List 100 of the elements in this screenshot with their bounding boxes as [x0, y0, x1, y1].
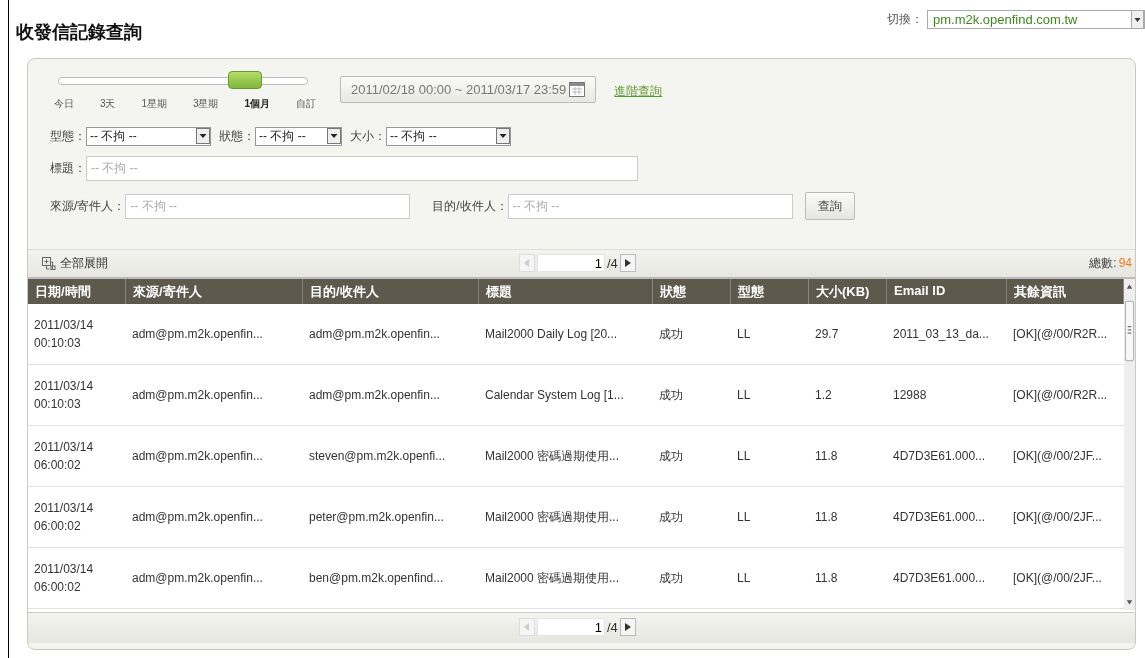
right-triangle-icon — [624, 259, 631, 267]
table-cell-text: 29.7 — [814, 326, 840, 343]
table-cell-text: 2011/03/14 00:10:03 — [33, 378, 95, 413]
table-cell-text: 2011/03/14 06:00:02 — [33, 561, 95, 596]
right-triangle-icon — [624, 623, 631, 631]
recipient-field[interactable]: -- 不拘 -- — [507, 193, 793, 219]
table-cell-text: Mail2000 密碼過期使用... — [484, 569, 621, 587]
table-cell-text: LL — [736, 509, 752, 526]
table-cell-text: 2011_03_13_da... — [892, 326, 990, 343]
table-cell-text: LL — [736, 387, 752, 404]
caret-icon — [496, 128, 510, 144]
table-cell-text: adm@pm.m2k.openfin... — [131, 570, 264, 587]
previous-page-button[interactable] — [519, 618, 535, 636]
table-cell-text: Mail2000 密碼過期使用... — [484, 447, 621, 465]
slider-stop[interactable]: 1星期 — [141, 97, 167, 111]
server-select[interactable]: pm.m2k.openfind.com.tw — [927, 10, 1145, 29]
table-cell-text: 2011/03/14 00:10:03 — [33, 317, 95, 352]
left-triangle-icon — [524, 623, 530, 631]
total-label: 總數: — [1089, 256, 1117, 270]
table-cell-text: adm@pm.m2k.openfin... — [131, 387, 264, 404]
column-header[interactable]: 標題 — [479, 279, 653, 304]
table-cell-text: 成功 — [658, 508, 684, 526]
page-field[interactable]: 1 — [537, 618, 605, 636]
table-cell-text: LL — [736, 570, 752, 587]
table-cell-text: [OK](@/00/2JF... — [1012, 509, 1103, 526]
table-cell-text: 2011/03/14 06:00:02 — [33, 439, 95, 474]
filter-select[interactable]: -- 不拘 -- — [86, 126, 211, 146]
table-cell-text: adm@pm.m2k.openfin... — [308, 387, 441, 404]
table-cell-text: 11.8 — [814, 448, 839, 465]
slider-stop[interactable]: 3星期 — [192, 97, 219, 111]
column-header[interactable]: 目的/收件人 — [303, 279, 479, 304]
filter-label: 大小： — [350, 127, 386, 145]
column-header[interactable]: 大小(KB) — [809, 279, 887, 304]
filter-label: 狀態： — [219, 127, 255, 145]
page-count: /4 — [607, 619, 618, 635]
table-cell-text: LL — [736, 326, 752, 343]
caret-icon — [196, 128, 210, 144]
page-field[interactable]: 1 — [537, 254, 605, 272]
table-cell-text: steven@pm.m2k.openfi... — [308, 448, 447, 465]
search-button[interactable]: 查詢 — [804, 192, 855, 220]
table-cell-text: 11.8 — [814, 570, 839, 587]
subject-field[interactable]: -- 不拘 -- — [86, 155, 638, 181]
recipient-label: 目的/收件人： — [432, 197, 508, 215]
table-cell-text: Mail2000 密碼過期使用... — [484, 508, 621, 526]
table-cell-text: 成功 — [658, 325, 684, 343]
table-cell-text: adm@pm.m2k.openfin... — [131, 509, 264, 526]
previous-page-button[interactable] — [519, 254, 535, 272]
sender-field[interactable]: -- 不拘 -- — [125, 193, 411, 219]
caret-icon — [1131, 10, 1144, 29]
table-cell-text: 4D7D3E61.000... — [892, 509, 987, 526]
sender-label: 來源/寄件人： — [50, 197, 126, 215]
table-cell-text: adm@pm.m2k.openfin... — [308, 326, 441, 343]
table-cell-text: 成功 — [658, 386, 684, 404]
expand-all-button[interactable]: 全部展開 — [60, 255, 108, 272]
table-cell-text: adm@pm.m2k.openfin... — [131, 448, 264, 465]
table-cell-text: 12988 — [892, 387, 928, 404]
slider-stop[interactable]: 1個月 — [244, 97, 270, 111]
filter-select[interactable]: -- 不拘 -- — [255, 126, 342, 146]
expand-tree-icon — [42, 257, 56, 270]
left-triangle-icon — [524, 259, 530, 267]
next-page-button[interactable] — [619, 254, 636, 272]
table-cell-text: 1.2 — [814, 387, 833, 404]
table-cell-text: [OK](@/00/2JF... — [1012, 448, 1103, 465]
table-cell-text: adm@pm.m2k.openfin... — [131, 326, 264, 343]
filter-select[interactable]: -- 不拘 -- — [386, 126, 511, 146]
table-cell-text: 成功 — [658, 447, 684, 465]
table-cell-text: Mail2000 Daily Log [20... — [484, 326, 619, 343]
subject-label: 標題： — [50, 159, 86, 177]
column-header[interactable]: 來源/寄件人 — [126, 279, 303, 304]
table-cell-text: 4D7D3E61.000... — [892, 448, 987, 465]
table-cell-text: [OK](@/00/2JF... — [1012, 570, 1103, 587]
table-cell-text: peter@pm.m2k.openfin... — [308, 509, 445, 526]
table-cell-text: [OK](@/00/R2R... — [1012, 387, 1109, 404]
table-cell-text: 11.8 — [814, 509, 839, 526]
table-cell-text: 2011/03/14 06:00:02 — [33, 500, 95, 535]
filter-label: 型態： — [50, 127, 86, 145]
next-page-button[interactable] — [619, 618, 636, 636]
table-cell-text: LL — [736, 448, 752, 465]
total-count: 94 — [1118, 256, 1132, 270]
page-title: 收發信記錄查詢 — [16, 21, 142, 44]
table-cell-text: Calendar System Log [1... — [484, 387, 625, 404]
table-cell-text: 4D7D3E61.000... — [892, 570, 987, 587]
switch-label: 切換： — [887, 11, 923, 28]
slider-stop[interactable]: 3天 — [99, 97, 116, 111]
calendar-icon — [569, 82, 586, 97]
slider-thumb[interactable] — [228, 71, 262, 89]
page-count: /4 — [607, 255, 618, 271]
column-header[interactable]: 型態 — [731, 279, 809, 304]
table-cell-text: ben@pm.m2k.openfind... — [308, 570, 445, 587]
scrollbar[interactable] — [1124, 279, 1135, 610]
table-cell-text: 成功 — [658, 569, 684, 587]
slider-stop[interactable]: 今日 — [54, 97, 74, 111]
column-header[interactable]: Email ID — [887, 279, 1007, 304]
table-cell-text: [OK](@/00/R2R... — [1012, 326, 1109, 343]
column-header[interactable]: 日期/時間 — [28, 279, 126, 304]
column-header[interactable]: 狀態 — [653, 279, 731, 304]
date-range-button[interactable]: 2011/02/18 00:00 ~ 2011/03/17 23:59 — [340, 76, 597, 103]
caret-icon — [327, 128, 341, 144]
slider-stop[interactable]: 自訂 — [295, 97, 316, 111]
slider-track[interactable] — [58, 71, 308, 89]
